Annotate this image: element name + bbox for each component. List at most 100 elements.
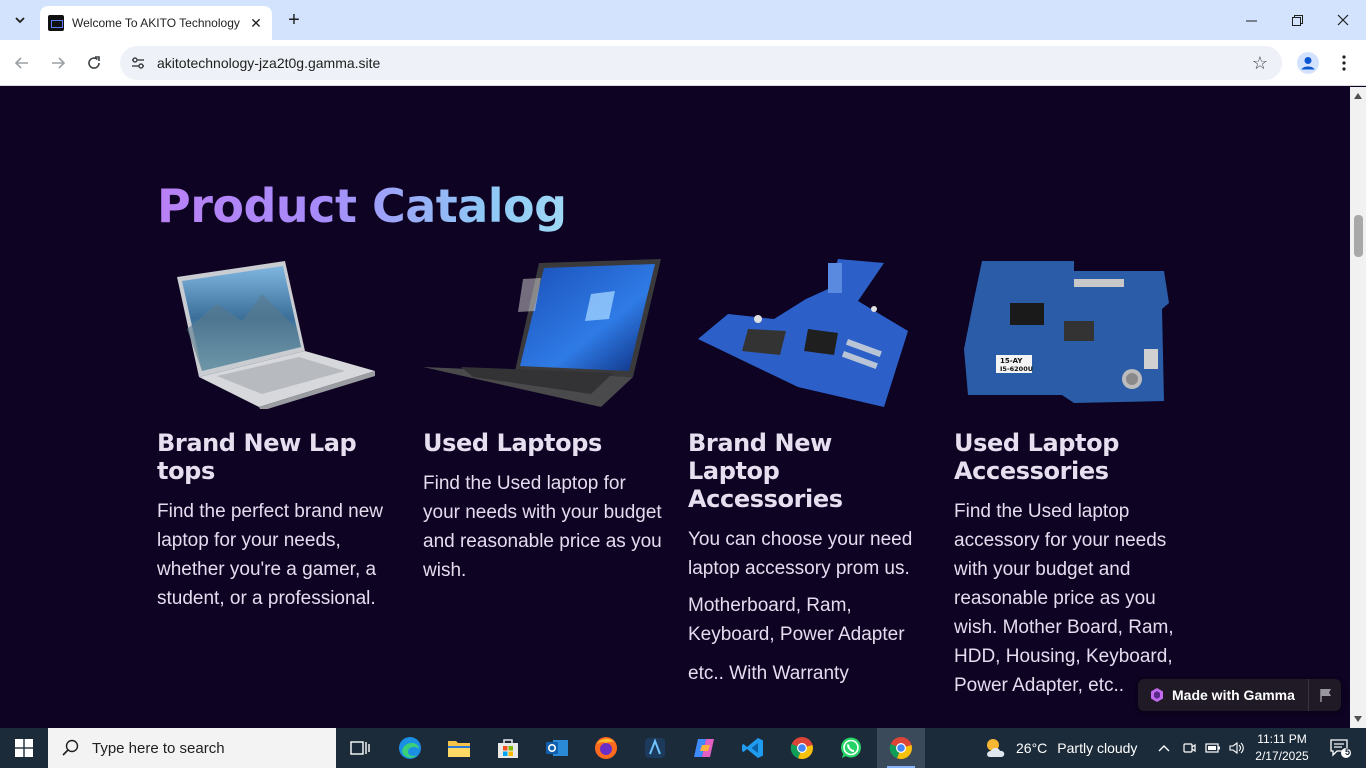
minimize-icon (1245, 20, 1257, 21)
search-placeholder: Type here to search (92, 739, 225, 757)
vscode-icon (742, 738, 763, 758)
taskbar-vscode[interactable] (729, 728, 777, 768)
url-text[interactable]: akitotechnology-jza2t0g.gamma.site (157, 55, 380, 71)
browser-menu-button[interactable] (1332, 49, 1356, 77)
dark-laptop-image (423, 259, 661, 409)
gamma-badge-label: Made with Gamma (1172, 687, 1295, 703)
taskbar-outlook[interactable] (533, 728, 581, 768)
outlook-icon (546, 740, 568, 756)
card-description-warranty: etc.. With Warranty (688, 663, 849, 684)
taskbar-firefox[interactable] (582, 728, 630, 768)
scroll-down-icon[interactable] (1350, 712, 1366, 726)
more-vert-icon (1342, 55, 1346, 71)
card-title: Brand New Laptop Accessories (688, 429, 843, 513)
arrow-right-icon (52, 57, 66, 69)
card-title: Used Laptop Accessories (954, 429, 1119, 485)
clock-time: 11:11 PM (1257, 732, 1307, 746)
whatsapp-icon (841, 737, 861, 758)
tab-search-button[interactable] (8, 8, 32, 32)
reload-button[interactable] (80, 49, 108, 77)
badge-divider (1308, 679, 1309, 711)
meet-now-button[interactable] (1178, 728, 1200, 768)
firefox-icon (595, 737, 617, 759)
motherboard-image-2: 15-AY I5-6200U (954, 259, 1184, 409)
card-description-list: Motherboard, Ram, Keyboard, Power Adapte… (688, 595, 905, 645)
app-pen-icon (645, 738, 665, 758)
taskbar-clock[interactable]: 11:11 PM 2/17/2025 (1250, 731, 1314, 765)
reload-icon (88, 56, 100, 69)
taskbar-copilot[interactable] (680, 728, 728, 768)
tab-bar: Welcome To AKITO Technology ✕ + (0, 0, 1366, 40)
minimize-button[interactable] (1228, 0, 1274, 40)
back-button[interactable] (8, 49, 36, 77)
site-info-button[interactable] (122, 47, 154, 79)
new-tab-button[interactable]: + (282, 8, 306, 32)
page-title: Product Catalog (157, 179, 567, 233)
card-description: Find the perfect brand new laptop for yo… (157, 501, 384, 609)
restore-button[interactable] (1274, 0, 1320, 40)
notification-count: 5 (1345, 747, 1351, 757)
copilot-icon (694, 739, 714, 757)
page-scrollbar[interactable] (1350, 87, 1366, 728)
forward-button[interactable] (44, 49, 72, 77)
tab-close-icon[interactable]: ✕ (248, 15, 264, 31)
speaker-icon (1229, 741, 1244, 755)
restore-icon (1291, 14, 1303, 26)
chevron-up-icon (1158, 745, 1170, 752)
address-bar[interactable]: akitotechnology-jza2t0g.gamma.site ☆ (120, 46, 1282, 80)
weather-description: Partly cloudy (1057, 740, 1138, 756)
search-icon (62, 739, 79, 756)
browser-tab[interactable]: Welcome To AKITO Technology ✕ (40, 6, 272, 40)
windows-taskbar: Type here to search 26°C Partly cloudy 1… (0, 728, 1366, 768)
scroll-up-icon[interactable] (1350, 89, 1366, 103)
flag-icon[interactable] (1318, 687, 1334, 703)
card-description: Find the Used laptop for your needs with… (423, 473, 662, 581)
task-view-icon (350, 741, 370, 755)
scroll-thumb[interactable] (1354, 215, 1363, 257)
taskbar-search-box[interactable]: Type here to search (48, 728, 336, 768)
tune-icon (132, 57, 144, 69)
start-button[interactable] (0, 728, 48, 768)
taskbar-store[interactable] (484, 728, 532, 768)
gamma-logo-icon (1151, 688, 1163, 702)
product-card-new-accessories: Brand New Laptop Accessories You can cho… (688, 259, 928, 688)
weather-temp: 26°C (1016, 740, 1048, 756)
edge-icon (399, 737, 421, 759)
arrow-left-icon (14, 57, 28, 69)
close-window-button[interactable] (1320, 0, 1366, 40)
browser-toolbar: akitotechnology-jza2t0g.gamma.site ☆ (0, 40, 1366, 86)
folder-icon (448, 741, 470, 757)
chevron-down-icon (15, 17, 25, 24)
taskbar-chrome-1[interactable] (778, 728, 826, 768)
partly-cloudy-icon (987, 739, 1005, 757)
battery-icon (1205, 743, 1220, 753)
taskbar-whatsapp[interactable] (827, 728, 875, 768)
site-favicon-icon (48, 15, 64, 31)
card-description: You can choose your need laptop accessor… (688, 529, 913, 579)
page-content: Product Catalog Brand New Lap tops Find … (0, 87, 1350, 728)
store-icon (498, 739, 518, 758)
card-title: Brand New Lap tops (157, 429, 357, 485)
product-card-used-accessories: 15-AY I5-6200U Used Laptop Accessories F… (954, 259, 1194, 700)
taskbar-app-blue[interactable] (631, 728, 679, 768)
taskbar-edge[interactable] (386, 728, 434, 768)
notification-center-button[interactable]: 5 (1320, 728, 1360, 768)
chrome-icon (889, 737, 912, 760)
card-description: Find the Used laptop accessory for your … (954, 501, 1174, 696)
battery-button[interactable] (1202, 728, 1224, 768)
chrome-icon (790, 737, 813, 760)
close-icon (1337, 14, 1349, 26)
task-view-button[interactable] (336, 728, 384, 768)
taskbar-chrome-active[interactable] (877, 728, 925, 768)
silver-laptop-image (157, 259, 387, 411)
card-title: Used Laptops (423, 429, 602, 457)
product-card-used-laptops: Used Laptops Find the Used laptop for yo… (423, 259, 663, 585)
volume-button[interactable] (1226, 728, 1248, 768)
bookmark-star-icon[interactable]: ☆ (1252, 53, 1268, 74)
weather-widget[interactable]: 26°C Partly cloudy (984, 728, 1137, 768)
made-with-gamma-badge[interactable]: Made with Gamma (1138, 679, 1341, 711)
profile-button[interactable] (1294, 49, 1322, 77)
taskbar-file-explorer[interactable] (435, 728, 483, 768)
show-hidden-icons-button[interactable] (1154, 728, 1174, 768)
board-label-model: 15-AY (1000, 357, 1023, 365)
